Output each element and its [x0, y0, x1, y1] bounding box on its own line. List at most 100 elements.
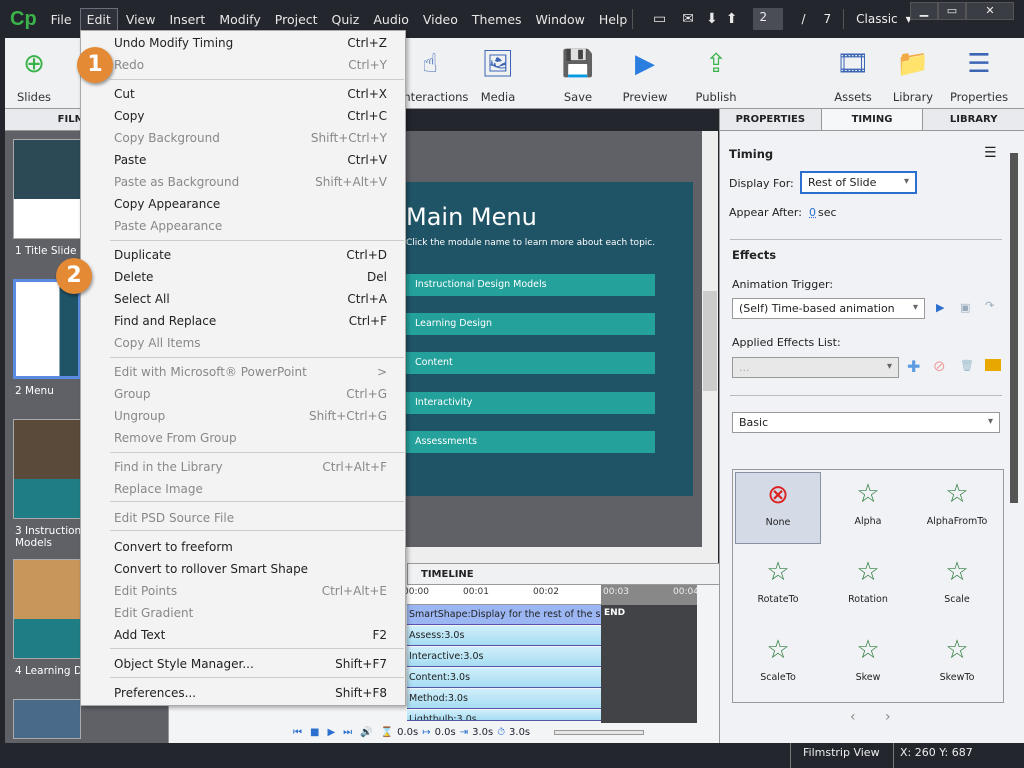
- slide-menu-button[interactable]: Content: [406, 352, 655, 374]
- save-button[interactable]: 💾 Save: [558, 44, 598, 104]
- tab-library[interactable]: LIBRARY: [922, 109, 1024, 130]
- skip-end-icon[interactable]: ⏭: [343, 727, 352, 738]
- menu-item[interactable]: Undo Modify Timing Ctrl+Z: [81, 32, 407, 54]
- menu-themes[interactable]: Themes: [466, 9, 528, 30]
- mail-icon[interactable]: ✉: [682, 11, 694, 27]
- menu-item[interactable]: Ungroup Shift+Ctrl+G: [81, 405, 407, 427]
- timeline-row[interactable]: SmartShape:Display for the rest of the s…: [407, 605, 601, 625]
- slide-menu-button[interactable]: Learning Design: [406, 313, 655, 335]
- minimize-button[interactable]: ▁: [910, 2, 938, 20]
- animation-trigger-dropdown[interactable]: (Self) Time-based animation: [732, 298, 925, 319]
- menu-item[interactable]: Remove From Group: [81, 427, 407, 449]
- menu-item[interactable]: Cut Ctrl+X: [81, 83, 407, 105]
- effect-none[interactable]: ⊗ None: [735, 472, 821, 544]
- save-icon[interactable]: ▣: [960, 301, 970, 314]
- effect-skewto[interactable]: ☆ SkewTo: [914, 628, 1000, 700]
- menu-item[interactable]: Find in the Library Ctrl+Alt+F: [81, 456, 407, 478]
- menu-item[interactable]: Select All Ctrl+A: [81, 288, 407, 310]
- effect-rotation[interactable]: ☆ Rotation: [825, 550, 911, 622]
- maximize-button[interactable]: ▭: [938, 2, 966, 20]
- menu-item[interactable]: Edit with Microsoft® PowerPoint >: [81, 361, 407, 383]
- close-button[interactable]: ✕: [966, 2, 1014, 20]
- menu-item[interactable]: Edit Gradient: [81, 602, 407, 624]
- menu-project[interactable]: Project: [269, 9, 324, 30]
- slide-menu-button[interactable]: Instructional Design Models: [406, 274, 655, 296]
- slides-button[interactable]: ⊕ Slides: [9, 44, 59, 104]
- applied-effects-dropdown[interactable]: ...: [732, 357, 899, 378]
- properties-button[interactable]: ☰ Properties: [949, 44, 1009, 104]
- menu-item[interactable]: Copy Background Shift+Ctrl+Y: [81, 127, 407, 149]
- zoom-slider[interactable]: [554, 729, 645, 735]
- menu-item[interactable]: Copy Appearance: [81, 193, 407, 215]
- slide-thumb-2[interactable]: [13, 279, 81, 379]
- menu-item[interactable]: Paste Ctrl+V: [81, 149, 407, 171]
- workspace-dropdown[interactable]: Classic: [856, 12, 898, 26]
- menu-item[interactable]: Group Ctrl+G: [81, 383, 407, 405]
- disable-icon[interactable]: ⊘: [933, 357, 946, 375]
- page-number-input[interactable]: 2: [753, 8, 784, 30]
- menu-item[interactable]: Object Style Manager... Shift+F7: [81, 653, 407, 675]
- tab-properties[interactable]: PROPERTIES: [719, 109, 821, 130]
- menu-edit[interactable]: Edit: [79, 7, 118, 31]
- audio-icon[interactable]: 🔊: [360, 727, 372, 738]
- slide-thumb-5[interactable]: [13, 699, 81, 739]
- menu-item[interactable]: Paste Appearance: [81, 215, 407, 237]
- scroll-thumb[interactable]: [703, 291, 717, 391]
- effect-alphafromto[interactable]: ☆ AlphaFromTo: [914, 472, 1000, 544]
- effect-rotateto[interactable]: ☆ RotateTo: [735, 550, 821, 622]
- menu-item[interactable]: Copy Ctrl+C: [81, 105, 407, 127]
- menu-file[interactable]: File: [45, 9, 78, 30]
- menu-item[interactable]: Convert to rollover Smart Shape: [81, 558, 407, 580]
- trash-icon[interactable]: 🗑: [960, 359, 974, 372]
- chevron-left-icon[interactable]: ‹: [850, 709, 856, 725]
- menu-item[interactable]: Duplicate Ctrl+D: [81, 244, 407, 266]
- effect-alpha[interactable]: ☆ Alpha: [825, 472, 911, 544]
- assets-button[interactable]: 🎞 Assets: [831, 44, 875, 104]
- slide-thumb-1[interactable]: [13, 139, 81, 239]
- effect-category-dropdown[interactable]: Basic: [732, 412, 1000, 433]
- menu-item[interactable]: Find and Replace Ctrl+F: [81, 310, 407, 332]
- rewind-icon[interactable]: ⏮: [293, 727, 302, 738]
- stage-horizontal-scrollbar[interactable]: [406, 547, 718, 563]
- preview-button[interactable]: ▶ Preview: [620, 44, 670, 104]
- arrow-down-icon[interactable]: ⬇: [706, 11, 718, 27]
- menu-item[interactable]: Paste as Background Shift+Alt+V: [81, 171, 407, 193]
- arrow-up-icon[interactable]: ⬆: [726, 11, 738, 27]
- slide-thumb-4[interactable]: [13, 559, 81, 659]
- menu-item[interactable]: Edit Points Ctrl+Alt+E: [81, 580, 407, 602]
- effect-scale[interactable]: ☆ Scale: [914, 550, 1000, 622]
- slide-menu-button[interactable]: Interactivity: [406, 392, 655, 414]
- display-for-dropdown[interactable]: Rest of Slide: [800, 171, 917, 194]
- stop-icon[interactable]: ■: [310, 727, 319, 738]
- stage-vertical-scrollbar[interactable]: [702, 131, 718, 547]
- slide-thumb-3[interactable]: [13, 419, 81, 519]
- publish-button[interactable]: ⇪ Publish: [691, 44, 741, 104]
- timeline-row[interactable]: Assess:3.0s: [407, 626, 601, 646]
- tab-timing[interactable]: TIMING: [820, 109, 923, 130]
- scroll-thumb[interactable]: [1010, 153, 1018, 503]
- menu-modify[interactable]: Modify: [213, 9, 266, 30]
- timeline-row[interactable]: Interactive:3.0s: [407, 647, 601, 667]
- menu-insert[interactable]: Insert: [163, 9, 211, 30]
- menu-item[interactable]: Convert to freeform: [81, 536, 407, 558]
- menu-item[interactable]: Preferences... Shift+F8: [81, 682, 407, 704]
- menu-item[interactable]: Add Text F2: [81, 624, 407, 646]
- timeline-row[interactable]: Content:3.0s: [407, 668, 601, 688]
- menu-item[interactable]: Copy All Items: [81, 332, 407, 354]
- properties-scrollbar[interactable]: [1007, 131, 1024, 743]
- appear-after-input[interactable]: 0: [809, 206, 816, 219]
- comments-icon[interactable]: ▭: [653, 11, 666, 27]
- effect-scaleto[interactable]: ☆ ScaleTo: [735, 628, 821, 700]
- timeline-row[interactable]: Method:3.0s: [407, 689, 601, 709]
- menu-view[interactable]: View: [120, 9, 162, 30]
- menu-audio[interactable]: Audio: [367, 9, 415, 30]
- chevron-right-icon[interactable]: ›: [885, 709, 891, 725]
- menu-item[interactable]: Replace Image: [81, 478, 407, 500]
- menu-video[interactable]: Video: [417, 9, 464, 30]
- redo-icon[interactable]: ↷: [985, 299, 994, 312]
- play-icon[interactable]: ▶: [936, 301, 944, 314]
- folder-icon[interactable]: [985, 359, 1001, 371]
- menu-item[interactable]: Edit PSD Source File: [81, 507, 407, 529]
- effect-skew[interactable]: ☆ Skew: [825, 628, 911, 700]
- menu-window[interactable]: Window: [530, 9, 591, 30]
